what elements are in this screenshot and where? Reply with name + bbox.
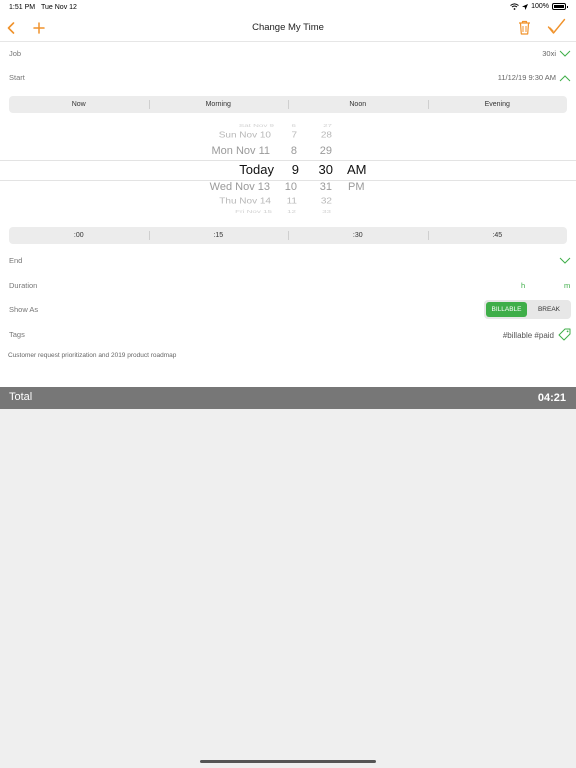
picker-hour-item[interactable]: 6 [292, 123, 296, 128]
break-button[interactable]: BREAK [529, 302, 569, 317]
quick-minute-15[interactable]: :15 [148, 227, 289, 244]
end-label: End [9, 256, 23, 265]
total-bar: Total 04:21 [0, 387, 576, 409]
picker-minute-selected[interactable]: 30 [319, 162, 333, 177]
tags-label: Tags [9, 330, 25, 339]
picker-hour-item[interactable]: 7 [291, 131, 297, 140]
picker-minute-item[interactable]: 29 [320, 145, 332, 157]
picker-hour-item[interactable]: 12 [287, 209, 296, 214]
tag-icon[interactable] [558, 328, 571, 341]
picker-day-selected[interactable]: Today [239, 162, 274, 177]
picker-hour-selected[interactable]: 9 [292, 162, 299, 177]
home-indicator[interactable] [200, 760, 376, 763]
job-value: 30xi [542, 49, 556, 58]
tags-value: #billable #paid [502, 331, 554, 340]
location-icon [522, 3, 529, 10]
start-value: 11/12/19 9:30 AM [497, 73, 556, 82]
chevron-up-icon[interactable] [559, 75, 571, 82]
chevron-down-icon[interactable] [559, 50, 571, 57]
status-bar: 1:51 PM Tue Nov 12 100% [0, 0, 576, 14]
job-label: Job [9, 49, 22, 58]
show-as-label: Show As [9, 305, 39, 314]
quick-minute-selector: :00 :15 :30 :45 [9, 227, 567, 244]
status-date: Tue Nov 12 [41, 4, 77, 11]
quick-time-now[interactable]: Now [9, 96, 149, 113]
notes-text[interactable]: Customer request prioritization and 2019… [8, 352, 176, 359]
picker-day-item[interactable]: Thu Nov 14 [219, 197, 271, 206]
trash-icon[interactable] [518, 20, 531, 35]
picker-minute-item[interactable]: 32 [321, 197, 332, 206]
end-row[interactable]: End [0, 256, 576, 268]
picker-minute-item[interactable]: 27 [323, 123, 332, 128]
chevron-down-icon[interactable] [559, 257, 571, 264]
picker-minute-item[interactable]: 31 [320, 181, 332, 193]
duration-row: Duration h m [0, 281, 576, 293]
duration-minutes-unit[interactable]: m [564, 281, 570, 290]
quick-time-selector: Now Morning Noon Evening [9, 96, 567, 113]
picker-ampm-selected[interactable]: AM [347, 162, 367, 177]
picker-day-item[interactable]: Sat Nov 9 [239, 123, 274, 128]
battery-percent: 100% [531, 3, 549, 10]
picker-minute-item[interactable]: 28 [321, 131, 332, 140]
status-right: 100% [510, 3, 568, 10]
total-value: 04:21 [537, 392, 566, 404]
nav-bar: Change My Time [0, 14, 576, 42]
billable-button[interactable]: BILLABLE [486, 302, 527, 317]
total-label: Total [9, 391, 33, 403]
checkmark-icon[interactable] [547, 18, 566, 35]
picker-hour-item[interactable]: 8 [291, 145, 297, 157]
wifi-icon [510, 3, 519, 10]
date-time-picker[interactable]: Sat Nov 9 Sun Nov 10 Mon Nov 11 Today We… [0, 120, 576, 218]
quick-time-noon[interactable]: Noon [288, 96, 428, 113]
start-row[interactable]: Start 11/12/19 9:30 AM [0, 73, 576, 85]
status-time: 1:51 PM [9, 4, 36, 11]
page-title: Change My Time [252, 22, 324, 33]
picker-day-item[interactable]: Fri Nov 15 [235, 209, 272, 214]
picker-day-item[interactable]: Wed Nov 13 [210, 181, 270, 193]
quick-time-morning[interactable]: Morning [148, 96, 289, 113]
picker-selection-top-line [0, 160, 576, 161]
tags-row[interactable]: Tags #billable #paid [0, 328, 576, 342]
battery-icon [552, 3, 568, 10]
picker-hour-item[interactable]: 11 [287, 197, 297, 206]
start-label: Start [9, 73, 25, 82]
picker-day-item[interactable]: Sun Nov 10 [219, 131, 271, 140]
duration-label: Duration [9, 281, 38, 290]
picker-ampm-item[interactable]: PM [348, 181, 365, 193]
picker-day-item[interactable]: Mon Nov 11 [212, 145, 271, 157]
show-as-toggle: BILLABLE BREAK [484, 300, 571, 319]
picker-hour-item[interactable]: 10 [285, 181, 297, 193]
quick-time-evening[interactable]: Evening [427, 96, 568, 113]
quick-minute-30[interactable]: :30 [288, 227, 428, 244]
quick-minute-00[interactable]: :00 [9, 227, 149, 244]
job-row[interactable]: Job 30xi [0, 49, 576, 61]
picker-minute-item[interactable]: 33 [322, 209, 331, 214]
duration-hours-unit[interactable]: h [521, 281, 525, 290]
quick-minute-45[interactable]: :45 [427, 227, 568, 244]
